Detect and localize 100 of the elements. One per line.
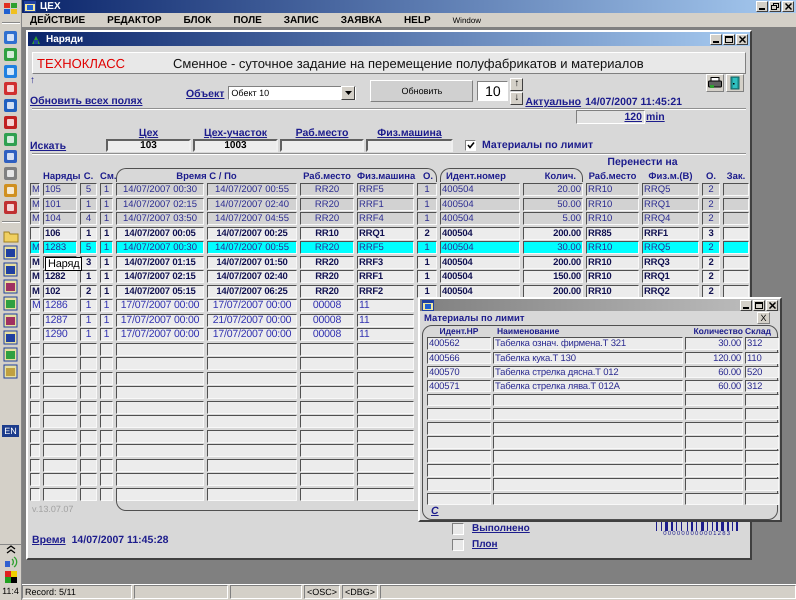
menu-item[interactable]: ДЕЙСТВИЕ: [30, 14, 96, 26]
time-link[interactable]: Время: [32, 534, 66, 546]
column-header[interactable]: Физ.м.(В): [642, 171, 699, 182]
app-icon[interactable]: [3, 115, 18, 130]
column-header[interactable]: Наименование: [493, 326, 683, 338]
table-cell: 400562: [427, 337, 491, 350]
app-icon[interactable]: [3, 200, 18, 215]
window-icon[interactable]: [3, 364, 18, 379]
column-header[interactable]: Идент.номер: [440, 171, 520, 182]
menu-item[interactable]: ЗАПИС: [284, 14, 329, 26]
maximize-button[interactable]: [723, 34, 735, 44]
column-header[interactable]: О.: [417, 171, 439, 182]
table-cell: 14/07/2007 06:25: [207, 284, 297, 298]
restore-button[interactable]: [769, 1, 781, 12]
column-header[interactable]: О.: [702, 171, 720, 182]
column-header[interactable]: Колич.: [523, 171, 583, 182]
close-button[interactable]: [782, 1, 794, 12]
column-header[interactable]: Количество: [685, 326, 743, 338]
menu-item[interactable]: ПОЛЕ: [233, 14, 272, 26]
count-field[interactable]: 10: [477, 81, 508, 101]
table-cell: 21/07/2007 00:00: [207, 314, 297, 326]
column-header[interactable]: Физ.машина: [357, 171, 414, 182]
table-cell: [30, 488, 40, 500]
menu-item[interactable]: HELP: [404, 14, 441, 26]
column-header[interactable]: Склад: [745, 326, 779, 338]
filter-field[interactable]: 1003: [193, 139, 278, 152]
object-dropdown[interactable]: Обект 10: [228, 86, 356, 100]
filter-field[interactable]: [366, 139, 453, 152]
tray-icon[interactable]: [4, 570, 18, 584]
column-header[interactable]: Раб.место: [586, 171, 639, 182]
table-cell: 17/07/2007 00:00: [116, 328, 204, 341]
menu-item[interactable]: РЕДАКТОР: [107, 14, 172, 26]
table-cell: [300, 458, 354, 472]
actual-link[interactable]: Актуально: [525, 96, 582, 108]
object-link[interactable]: Объект: [186, 88, 224, 100]
checkbox[interactable]: [465, 140, 476, 150]
column-header[interactable]: Раб.место: [300, 171, 354, 182]
checkbox[interactable]: [452, 522, 464, 534]
table-cell: 1: [417, 212, 437, 225]
start-icon[interactable]: [2, 2, 18, 16]
up-button[interactable]: ↑: [510, 78, 524, 90]
table-cell: 14/07/2007 02:15: [116, 270, 204, 283]
app-icon[interactable]: [3, 30, 18, 45]
menu-item[interactable]: БЛОК: [184, 14, 222, 26]
table-cell: 400504: [440, 226, 520, 240]
table-cell: RRF3: [357, 256, 414, 268]
column-header[interactable]: Время С / По: [116, 171, 297, 182]
refresh-button[interactable]: Обновить: [370, 80, 474, 102]
app-icon[interactable]: [3, 64, 18, 79]
table-cell: [300, 473, 354, 486]
field-label[interactable]: Физ.машина: [377, 127, 442, 139]
checkbox-label[interactable]: Плон: [472, 539, 498, 550]
app-icon[interactable]: [3, 98, 18, 113]
window-icon[interactable]: [3, 279, 18, 294]
app-icon[interactable]: [3, 149, 18, 164]
maximize-button[interactable]: [753, 300, 765, 311]
app-icon[interactable]: [3, 166, 18, 181]
window-icon[interactable]: [3, 245, 18, 260]
minimize-button[interactable]: [740, 300, 752, 311]
app-icon[interactable]: [3, 132, 18, 147]
print-button[interactable]: [706, 74, 724, 92]
chevron-icon[interactable]: [6, 545, 16, 554]
minimize-button[interactable]: [756, 1, 768, 12]
language-indicator[interactable]: EN: [2, 425, 19, 437]
column-header[interactable]: Зак.: [723, 171, 749, 182]
network-icon[interactable]: [4, 556, 18, 568]
column-header[interactable]: С.: [80, 171, 97, 182]
table-cell: 120.00: [685, 352, 743, 364]
menu-item[interactable]: Window: [452, 16, 492, 24]
footer-link[interactable]: С: [427, 505, 773, 517]
window-icon[interactable]: [3, 347, 18, 362]
table-cell: 1: [100, 212, 113, 225]
down-button[interactable]: ↓: [510, 92, 524, 104]
field-label[interactable]: Цех: [138, 127, 158, 139]
filter-field[interactable]: [280, 139, 364, 152]
column-header[interactable]: Идент.НР: [427, 326, 491, 338]
search-link[interactable]: Искать: [30, 140, 66, 152]
close-button[interactable]: [766, 300, 778, 311]
table-cell: 312: [745, 337, 779, 350]
field-label[interactable]: Цех-участок: [204, 127, 268, 139]
close-button[interactable]: X: [757, 312, 770, 324]
window-icon[interactable]: [3, 330, 18, 345]
field-label[interactable]: Раб.место: [296, 127, 348, 139]
window-icon[interactable]: [3, 313, 18, 328]
filter-field[interactable]: 103: [106, 139, 191, 152]
minutes-field[interactable]: 120: [576, 110, 645, 124]
refresh-all-link[interactable]: Обновить всех полях: [30, 95, 142, 107]
checkbox-label[interactable]: Выполнено: [472, 523, 530, 534]
checkbox[interactable]: [452, 538, 464, 550]
table-cell: [427, 436, 491, 449]
minimize-button[interactable]: [710, 34, 722, 44]
app-icon[interactable]: [3, 47, 18, 62]
window-icon[interactable]: [3, 262, 18, 277]
app-icon[interactable]: [3, 81, 18, 96]
exit-button[interactable]: [726, 74, 744, 92]
table-cell: 4: [80, 212, 97, 225]
close-button[interactable]: [736, 34, 748, 44]
window-icon[interactable]: [3, 296, 18, 311]
menu-item[interactable]: ЗАЯВКА: [340, 14, 392, 26]
table-cell: [357, 400, 414, 414]
